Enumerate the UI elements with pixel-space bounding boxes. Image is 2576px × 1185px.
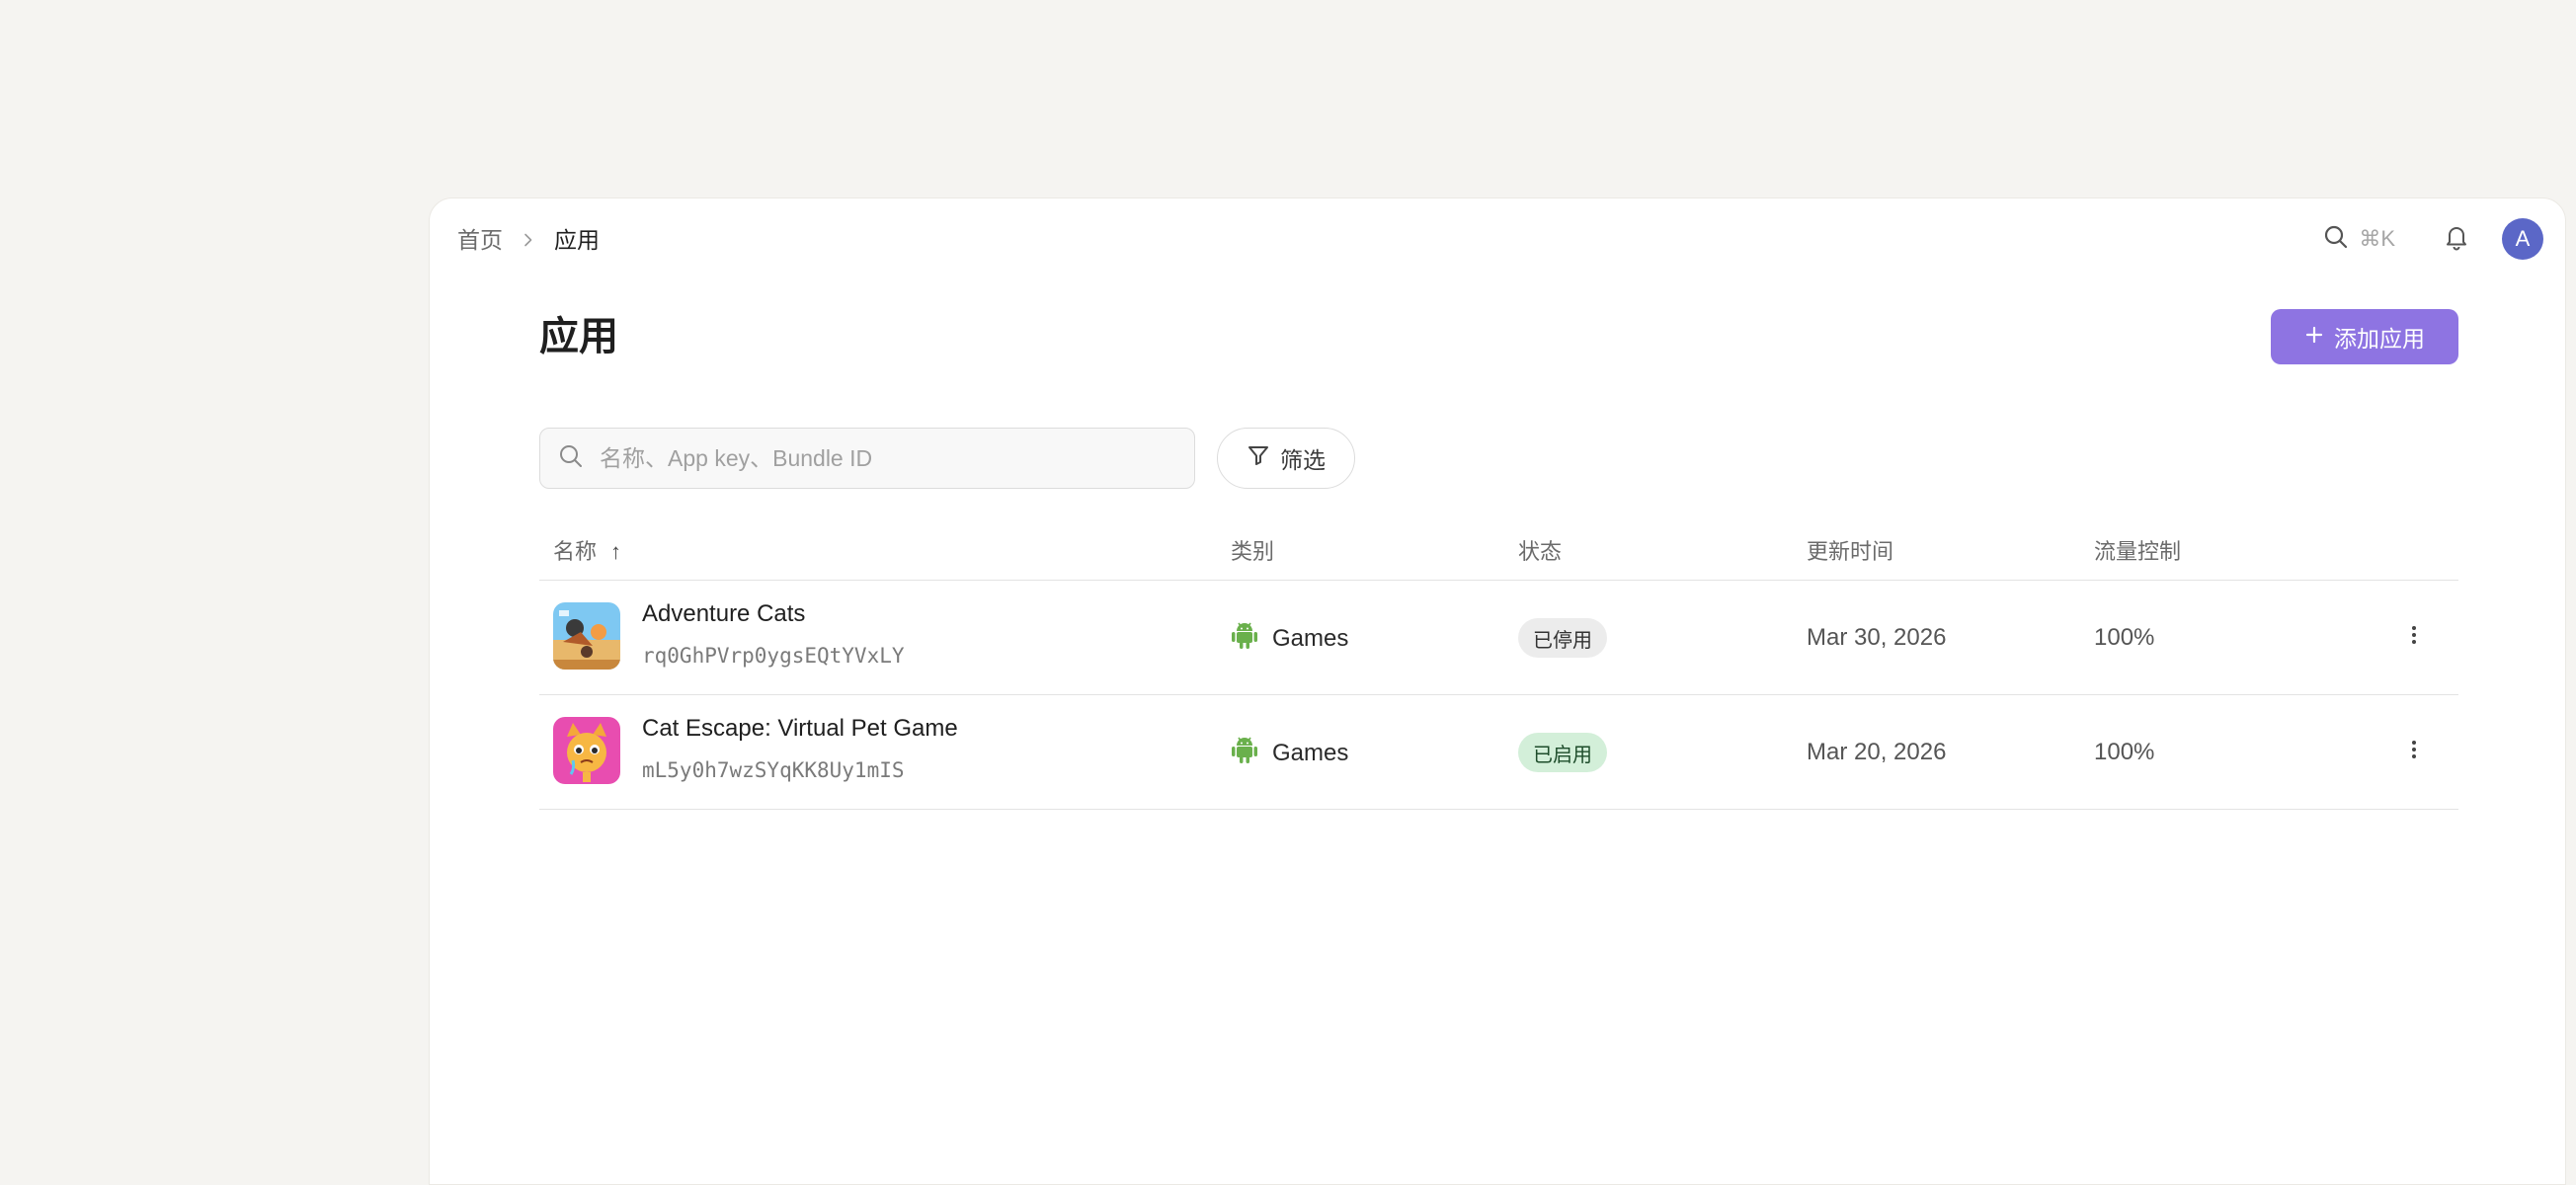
breadcrumb-current: 应用 [554,227,600,253]
add-app-button-label: 添加应用 [2334,326,2425,352]
app-window: 首页 应用 ⌘K A 应用 添加应用 名称、App key、Bundle ID … [429,198,2566,1185]
table-row[interactable]: Adventure Cats rq0GhPVrp0ygsEQtYVxLY Gam… [539,581,2458,695]
search-icon [558,443,584,474]
search-field [539,428,1195,489]
category-label: Games [1272,739,1349,766]
updated-date: Mar 30, 2026 [1807,624,1947,651]
updated-date: Mar 20, 2026 [1807,739,1947,765]
app-name[interactable]: Cat Escape: Virtual Pet Game [642,713,958,745]
traffic-percent: 100% [2094,624,2155,651]
page-title: 应用 [539,315,618,358]
column-header-updated: 更新时间 [1807,539,1894,564]
android-icon [1231,735,1258,771]
column-header-category: 类别 [1231,539,1275,564]
more-vertical-icon [2411,740,2417,764]
app-key: rq0GhPVrp0ygsEQtYVxLY [642,644,905,668]
category-cell: Games [1231,735,1348,771]
top-bar: 首页 应用 ⌘K A [430,198,2565,281]
funnel-icon [1247,443,1270,473]
top-actions: ⌘K A [2323,218,2543,260]
filter-button[interactable]: 筛选 [1217,428,1355,489]
avatar[interactable]: A [2502,218,2543,260]
search-icon [2323,224,2349,255]
column-header-traffic: 流量控制 [2094,539,2182,564]
more-vertical-icon [2411,625,2417,650]
chevron-right-icon [519,230,538,250]
column-name-label: 名称 [553,539,598,564]
category-cell: Games [1231,620,1348,657]
bell-icon [2443,223,2470,256]
status-badge: 已停用 [1518,618,1607,658]
global-search-button[interactable]: ⌘K [2323,224,2395,255]
search-input[interactable] [598,443,1174,473]
column-header-status: 状态 [1518,539,1563,564]
app-icon-adventure-cats [553,602,620,670]
filter-button-label: 筛选 [1280,447,1326,473]
app-key: mL5y0h7wzSYqKK8Uy1mIS [642,758,905,782]
notifications-button[interactable] [2441,223,2472,255]
plus-icon [2304,324,2324,351]
status-badge: 已启用 [1518,733,1607,772]
row-menu-button[interactable] [2399,622,2429,652]
app-name[interactable]: Adventure Cats [642,598,805,630]
table-row[interactable]: Cat Escape: Virtual Pet Game mL5y0h7wzSY… [539,695,2458,810]
android-icon [1231,620,1258,657]
apps-table: 名称 ↑ 类别 状态 更新时间 流量控制 Adventure Cats rq0G… [539,524,2458,810]
search-shortcut-hint: ⌘K [2359,226,2395,251]
app-icon-cat-escape [553,717,620,784]
traffic-percent: 100% [2094,739,2155,765]
column-header-name[interactable]: 名称 ↑ [553,538,621,566]
table-header: 名称 ↑ 类别 状态 更新时间 流量控制 [539,524,2458,581]
breadcrumb: 首页 应用 [457,222,600,258]
add-app-button[interactable]: 添加应用 [2271,309,2458,364]
category-label: Games [1272,624,1349,652]
breadcrumb-home[interactable]: 首页 [457,222,503,258]
row-menu-button[interactable] [2399,737,2429,766]
sort-arrow-icon: ↑ [610,539,622,564]
